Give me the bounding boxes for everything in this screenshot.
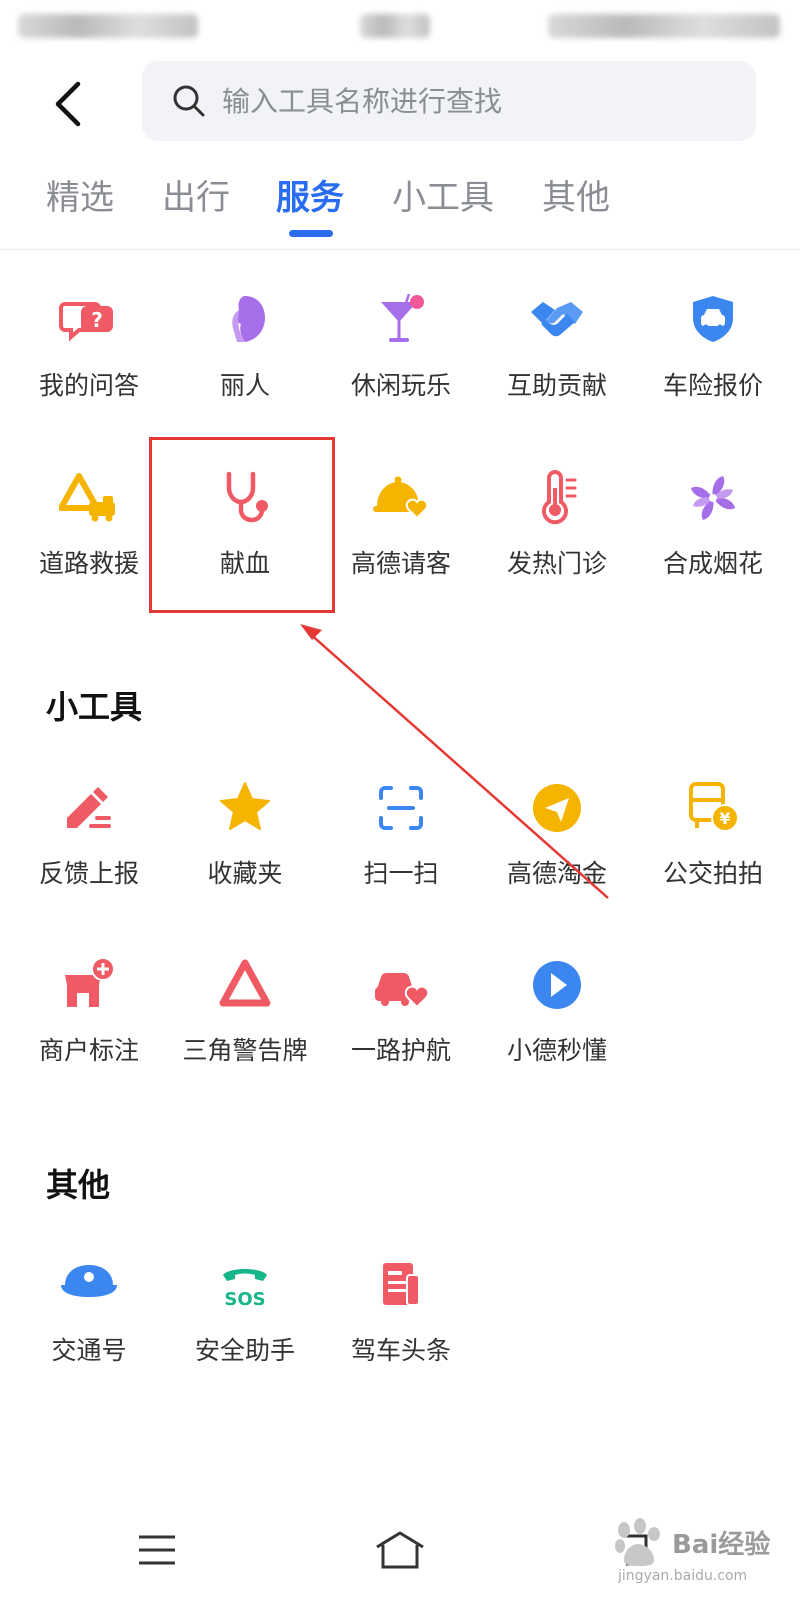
tool-label: 三角警告牌 bbox=[182, 1036, 308, 1065]
menu-icon bbox=[139, 1535, 175, 1565]
status-time-blur bbox=[360, 14, 430, 38]
shop-plus-icon bbox=[65, 957, 115, 1007]
baidu-paw-logo-icon bbox=[615, 1518, 660, 1566]
service-label: 车险报价 bbox=[662, 371, 763, 400]
search-input[interactable] bbox=[222, 84, 722, 118]
tab-featured[interactable]: 精选 bbox=[46, 170, 114, 219]
svg-text:?: ? bbox=[91, 308, 103, 332]
bus-coin-icon: ¥ bbox=[689, 782, 739, 832]
sos-phone-icon: SOS bbox=[223, 1269, 267, 1310]
section-title-others: 其他 bbox=[46, 1166, 111, 1204]
tool-label: 反馈上报 bbox=[38, 859, 139, 888]
service-fireworks[interactable]: 合成烟花 bbox=[635, 468, 791, 598]
tool-warning-triangle[interactable]: 三角警告牌 bbox=[167, 955, 323, 1085]
warning-triangle-icon bbox=[219, 959, 271, 1007]
tool-favorites[interactable]: 收藏夹 bbox=[167, 778, 323, 908]
active-tab-indicator bbox=[289, 230, 333, 237]
service-label: 合成烟花 bbox=[662, 549, 763, 578]
service-road-rescue[interactable]: 道路救援 bbox=[11, 468, 167, 598]
tool-xiaode-explain[interactable]: 小德秒懂 bbox=[479, 955, 635, 1085]
thermometer-icon bbox=[542, 470, 577, 525]
service-car-insurance[interactable]: 车险报价 bbox=[635, 290, 791, 420]
scan-icon bbox=[379, 786, 423, 830]
other-label: 交通号 bbox=[51, 1336, 127, 1365]
watermark-text: Bai经验 bbox=[672, 1530, 771, 1560]
tool-escort[interactable]: 一路护航 bbox=[323, 955, 479, 1085]
tool-label: 扫一扫 bbox=[363, 859, 439, 888]
tool-label: 小德秒懂 bbox=[506, 1036, 607, 1065]
back-button[interactable] bbox=[40, 76, 96, 132]
service-label: 丽人 bbox=[219, 371, 270, 400]
sos-text: SOS bbox=[224, 1289, 265, 1310]
tool-label: 商户标注 bbox=[38, 1036, 139, 1065]
status-signal-blur bbox=[18, 14, 198, 38]
beauty-profile-icon bbox=[232, 296, 265, 342]
tool-label: 高德淘金 bbox=[506, 859, 607, 888]
tool-label: 收藏夹 bbox=[207, 859, 283, 888]
police-cap-icon bbox=[61, 1265, 117, 1297]
tab-others[interactable]: 其他 bbox=[542, 170, 610, 219]
other-driving-headlines[interactable]: 驾车头条 bbox=[323, 1255, 479, 1385]
watermark-url: jingyan.baidu.com bbox=[618, 1568, 748, 1584]
service-label: 发热门诊 bbox=[506, 549, 607, 578]
search-box[interactable] bbox=[142, 61, 756, 141]
car-shield-icon bbox=[693, 296, 733, 342]
other-label: 驾车头条 bbox=[350, 1336, 451, 1365]
newspaper-icon bbox=[383, 1263, 420, 1306]
status-battery-blur bbox=[548, 14, 780, 38]
pinwheel-icon bbox=[691, 476, 735, 520]
back-arrow-icon bbox=[55, 81, 81, 127]
other-label: 安全助手 bbox=[194, 1336, 295, 1365]
other-safety-assistant[interactable]: SOS 安全助手 bbox=[167, 1255, 323, 1385]
paper-plane-icon bbox=[533, 784, 581, 832]
play-circle-icon bbox=[533, 961, 581, 1009]
tool-label: 一路护航 bbox=[350, 1036, 451, 1065]
tool-label: 公交拍拍 bbox=[662, 859, 763, 888]
service-label: 休闲玩乐 bbox=[350, 371, 451, 400]
qa-bubble-icon: ? bbox=[59, 302, 113, 342]
service-beauty[interactable]: 丽人 bbox=[167, 290, 323, 420]
service-label: 道路救援 bbox=[38, 549, 139, 578]
tool-amap-gold[interactable]: 高德淘金 bbox=[479, 778, 635, 908]
nav-menu-button[interactable] bbox=[127, 1520, 187, 1580]
roadside-rescue-icon bbox=[59, 473, 115, 522]
nav-home-button[interactable] bbox=[370, 1520, 430, 1580]
tab-services[interactable]: 服务 bbox=[276, 170, 344, 219]
header bbox=[0, 54, 800, 154]
tool-scan[interactable]: 扫一扫 bbox=[323, 778, 479, 908]
search-icon bbox=[173, 85, 205, 117]
tab-tools[interactable]: 小工具 bbox=[392, 170, 494, 219]
food-cloche-heart-icon bbox=[373, 476, 429, 520]
tool-feedback-report[interactable]: 反馈上报 bbox=[11, 778, 167, 908]
service-label: 高德请客 bbox=[350, 549, 451, 578]
tool-bus-photo[interactable]: ¥ 公交拍拍 bbox=[635, 778, 791, 908]
tab-travel[interactable]: 出行 bbox=[162, 170, 230, 219]
svg-text:¥: ¥ bbox=[719, 809, 730, 828]
home-icon bbox=[376, 1531, 424, 1569]
service-fever-clinic[interactable]: 发热门诊 bbox=[479, 468, 635, 598]
category-tabs: 精选 出行 服务 小工具 其他 bbox=[0, 170, 800, 250]
pencil-edit-icon bbox=[67, 787, 111, 828]
star-icon bbox=[220, 782, 270, 830]
other-traffic-account[interactable]: 交通号 bbox=[11, 1255, 167, 1385]
service-leisure[interactable]: 休闲玩乐 bbox=[323, 290, 479, 420]
service-mutual-help[interactable]: 互助贡献 bbox=[479, 290, 635, 420]
car-heart-icon bbox=[375, 973, 430, 1009]
highlight-box bbox=[149, 437, 335, 613]
service-label: 互助贡献 bbox=[506, 371, 607, 400]
service-my-qa[interactable]: ? 我的问答 bbox=[11, 290, 167, 420]
baidu-jingyan-watermark: Bai经验 jingyan.baidu.com bbox=[610, 1518, 790, 1588]
section-title-tools: 小工具 bbox=[46, 688, 143, 726]
tool-merchant-mark[interactable]: 商户标注 bbox=[11, 955, 167, 1085]
handshake-icon bbox=[531, 302, 583, 337]
service-label: 我的问答 bbox=[38, 371, 139, 400]
service-amap-treat[interactable]: 高德请客 bbox=[323, 468, 479, 598]
status-bar bbox=[0, 0, 800, 54]
cocktail-icon bbox=[381, 293, 424, 342]
